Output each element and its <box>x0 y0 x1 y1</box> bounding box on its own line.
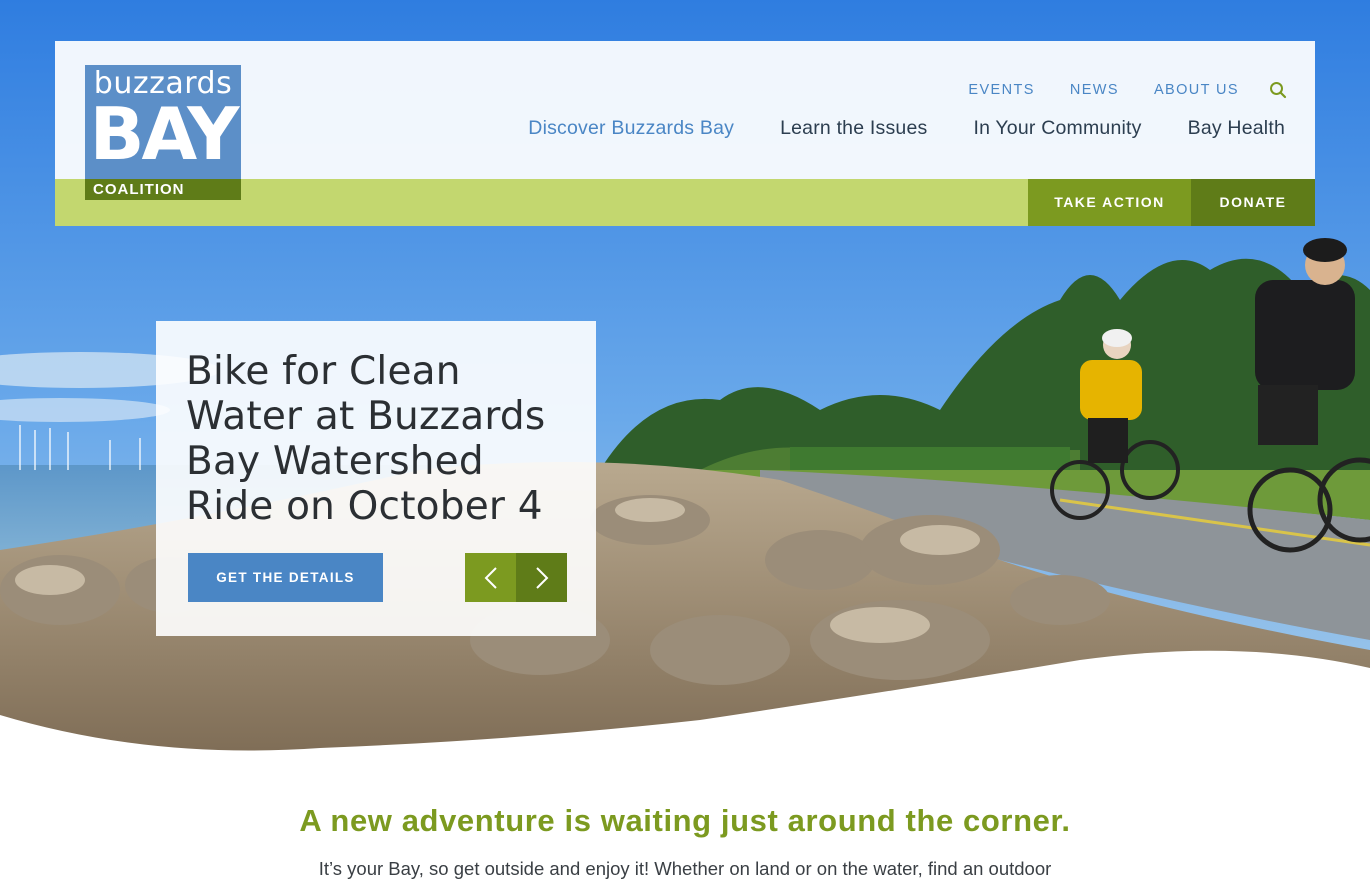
slide-card: Bike for Clean Water at Buzzards Bay Wat… <box>156 321 596 636</box>
slide-next-button[interactable] <box>516 553 567 602</box>
logo-text-big: BAY <box>89 92 240 176</box>
search-icon[interactable] <box>1269 81 1287 99</box>
chevron-right-icon <box>535 566 548 589</box>
take-action-button[interactable]: TAKE ACTION <box>1028 179 1191 226</box>
main-nav-learn-issues[interactable]: Learn the Issues <box>780 117 927 140</box>
site-logo[interactable]: buzzards BAY COALITION <box>85 65 241 200</box>
site-header: buzzards BAY COALITION EVENTS NEWS ABOUT… <box>55 41 1315 226</box>
main-nav-community[interactable]: In Your Community <box>973 117 1141 140</box>
slide-title: Bike for Clean Water at Buzzards Bay Wat… <box>186 349 546 529</box>
main-nav: Discover Buzzards Bay Learn the Issues I… <box>482 117 1285 140</box>
main-nav-bay-health[interactable]: Bay Health <box>1188 117 1285 140</box>
section-intro: It’s your Bay, so get outside and enjoy … <box>318 858 1052 879</box>
main-nav-discover[interactable]: Discover Buzzards Bay <box>528 117 734 140</box>
utility-nav: EVENTS NEWS ABOUT US <box>933 81 1287 99</box>
util-nav-events[interactable]: EVENTS <box>968 82 1034 98</box>
donate-button[interactable]: DONATE <box>1191 179 1315 226</box>
util-nav-about-us[interactable]: ABOUT US <box>1154 82 1239 98</box>
slide-prev-button[interactable] <box>465 553 516 602</box>
logo-text-bottom: COALITION <box>85 179 241 200</box>
get-details-button[interactable]: GET THE DETAILS <box>188 553 383 602</box>
chevron-left-icon <box>484 566 497 589</box>
util-nav-news[interactable]: NEWS <box>1070 82 1119 98</box>
section-tagline: A new adventure is waiting just around t… <box>299 803 1071 838</box>
